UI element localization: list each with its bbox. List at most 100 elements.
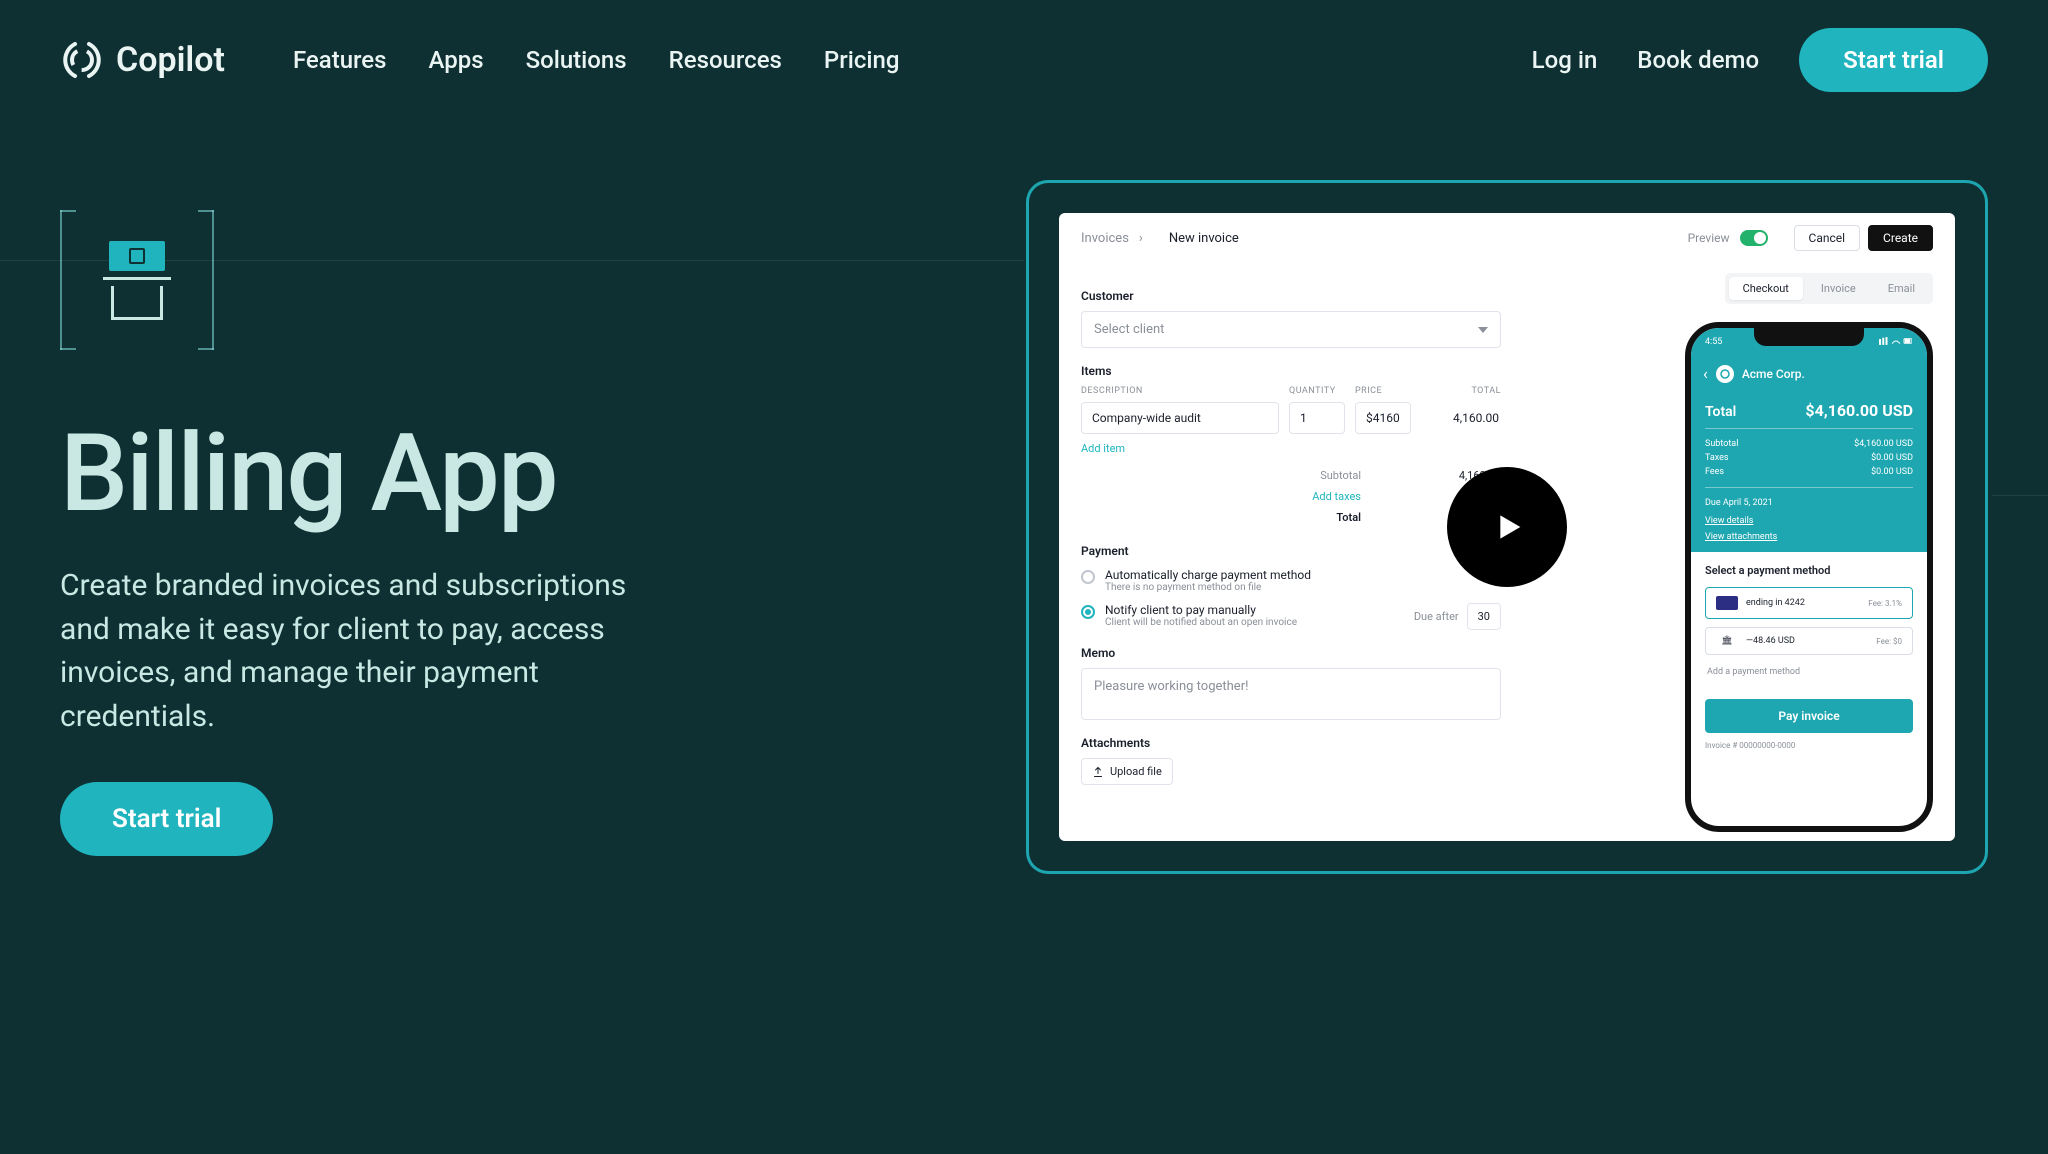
payment-method-card-bank[interactable]: 🏛 —48.46 USD Fee: $0 (1705, 627, 1913, 655)
hero-icon-frame (60, 210, 214, 350)
items-label: Items (1081, 364, 1501, 378)
phone-status-icons (1879, 336, 1913, 349)
upload-icon (1092, 766, 1104, 778)
due-after-input[interactable]: 30 (1467, 603, 1501, 630)
tablet-screen: Invoices › New invoice Preview Cancel Cr… (1059, 213, 1955, 841)
nav-login[interactable]: Log in (1532, 46, 1598, 74)
nav-links: Features Apps Solutions Resources Pricin… (293, 46, 900, 74)
phone-taxes-label: Taxes (1705, 453, 1729, 463)
select-payment-title: Select a payment method (1705, 564, 1913, 577)
payment-opt1-sub: There is no payment method on file (1105, 582, 1311, 593)
upload-file-button[interactable]: Upload file (1081, 758, 1173, 785)
preview-toggle[interactable] (1740, 230, 1768, 246)
summary-block: Subtotal 4,160.00 Add taxes Total $4160.… (1081, 465, 1501, 528)
billing-app-icon (103, 241, 171, 320)
top-nav: Copilot Features Apps Solutions Resource… (0, 0, 2048, 120)
item-description-input[interactable]: Company-wide audit (1081, 402, 1279, 434)
form-column: Customer Select client Items DESCRIPTION… (1081, 273, 1501, 841)
memo-label: Memo (1081, 646, 1501, 660)
item-price-input[interactable]: $4160 (1355, 402, 1411, 434)
play-icon (1487, 507, 1527, 547)
tab-checkout[interactable]: Checkout (1729, 277, 1803, 300)
pay-invoice-button[interactable]: Pay invoice (1705, 699, 1913, 733)
phone-mockup: 4:55 ‹ Acme Corp. (1685, 322, 1933, 832)
upload-label: Upload file (1110, 765, 1162, 778)
hero-start-trial-button[interactable]: Start trial (60, 782, 273, 856)
preview-column: Checkout Invoice Email 4:55 (1527, 273, 1933, 841)
payment-option-manual[interactable]: Notify client to pay manually Client wil… (1081, 603, 1501, 630)
breadcrumb-root[interactable]: Invoices (1081, 231, 1129, 246)
phone-notch (1754, 328, 1864, 346)
add-payment-method[interactable]: Add a payment method (1705, 663, 1913, 681)
nav-start-trial-button[interactable]: Start trial (1799, 28, 1988, 92)
phone-fees-label: Fees (1705, 467, 1724, 477)
phone-total-block: Total $4,160.00 USD Subtotal $4,160.00 U… (1691, 391, 1927, 552)
nav-link-features[interactable]: Features (293, 46, 387, 74)
payment-opt2-sub: Client will be notified about an open in… (1105, 617, 1297, 628)
radio-icon (1081, 570, 1095, 584)
col-total: TOTAL (1421, 386, 1501, 396)
payment-method-card-visa[interactable]: ending in 4242 Fee: 3.1% (1705, 587, 1913, 619)
phone-total-label: Total (1705, 404, 1736, 420)
nav-link-solutions[interactable]: Solutions (526, 46, 627, 74)
add-item-link[interactable]: Add item (1081, 442, 1501, 455)
item-qty-input[interactable]: 1 (1289, 402, 1345, 434)
customer-label: Customer (1081, 289, 1501, 303)
col-price: PRICE (1355, 386, 1411, 396)
hero-left: Billing App Create branded invoices and … (60, 180, 700, 856)
pm2-text: —48.46 USD (1746, 636, 1795, 646)
phone-taxes-value: $0.00 USD (1871, 453, 1913, 463)
payment-option-auto[interactable]: Automatically charge payment method Ther… (1081, 568, 1501, 593)
item-row-total: 4,160.00 (1421, 411, 1501, 425)
subtotal-label: Subtotal (1081, 469, 1411, 482)
items-header: DESCRIPTION QUANTITY PRICE TOTAL (1081, 386, 1501, 396)
hero-title: Billing App (60, 420, 700, 528)
memo-placeholder: Pleasure working together! (1094, 679, 1248, 694)
company-avatar-icon (1716, 365, 1734, 383)
radio-selected-icon (1081, 605, 1095, 619)
brand-name: Copilot (116, 40, 225, 80)
preview-tabs: Checkout Invoice Email (1725, 273, 1933, 304)
nav-link-apps[interactable]: Apps (429, 46, 484, 74)
breadcrumb-current: New invoice (1169, 231, 1239, 246)
pm1-fee: Fee: 3.1% (1868, 599, 1902, 608)
attachments-label: Attachments (1081, 736, 1501, 750)
phone-fees-value: $0.00 USD (1871, 467, 1913, 477)
total-label: Total (1081, 511, 1411, 524)
tab-invoice[interactable]: Invoice (1807, 277, 1870, 300)
nav-right: Log in Book demo Start trial (1532, 28, 1988, 92)
phone-subtotal-label: Subtotal (1705, 439, 1738, 449)
hero-right: Invoices › New invoice Preview Cancel Cr… (760, 180, 1988, 874)
phone-view-details[interactable]: View details (1705, 510, 1913, 526)
due-after-label: Due after (1414, 610, 1459, 623)
brand-logo[interactable]: Copilot (60, 38, 225, 82)
add-taxes-link[interactable]: Add taxes (1312, 490, 1361, 503)
company-name: Acme Corp. (1742, 367, 1805, 381)
brand-logo-mark-icon (60, 38, 104, 82)
col-description: DESCRIPTION (1081, 386, 1279, 396)
bank-icon: 🏛 (1716, 636, 1738, 646)
tab-email[interactable]: Email (1874, 277, 1929, 300)
phone-invoice-number: Invoice # 00000000-0000 (1705, 741, 1913, 750)
app-top-bar: Invoices › New invoice Preview Cancel Cr… (1059, 213, 1955, 263)
nav-link-pricing[interactable]: Pricing (824, 46, 900, 74)
cancel-button[interactable]: Cancel (1794, 225, 1861, 251)
nav-book-demo[interactable]: Book demo (1637, 46, 1759, 74)
tablet-frame: Invoices › New invoice Preview Cancel Cr… (1026, 180, 1988, 874)
customer-select[interactable]: Select client (1081, 311, 1501, 348)
back-icon[interactable]: ‹ (1703, 364, 1708, 383)
phone-due-date: Due April 5, 2021 (1705, 498, 1773, 508)
due-after: Due after 30 (1414, 603, 1501, 630)
nav-link-resources[interactable]: Resources (669, 46, 782, 74)
play-video-button[interactable] (1447, 467, 1567, 587)
pm1-text: ending in 4242 (1746, 598, 1805, 608)
memo-input[interactable]: Pleasure working together! (1081, 668, 1501, 720)
item-row: Company-wide audit 1 $4160 4,160.00 (1081, 402, 1501, 434)
create-button[interactable]: Create (1868, 225, 1933, 251)
phone-subtotal-value: $4,160.00 USD (1854, 439, 1913, 449)
hero-description: Create branded invoices and subscription… (60, 564, 680, 738)
chevron-down-icon (1478, 327, 1488, 333)
phone-view-attachments[interactable]: View attachments (1705, 526, 1913, 542)
customer-placeholder: Select client (1094, 322, 1164, 337)
chevron-right-icon: › (1139, 231, 1143, 246)
